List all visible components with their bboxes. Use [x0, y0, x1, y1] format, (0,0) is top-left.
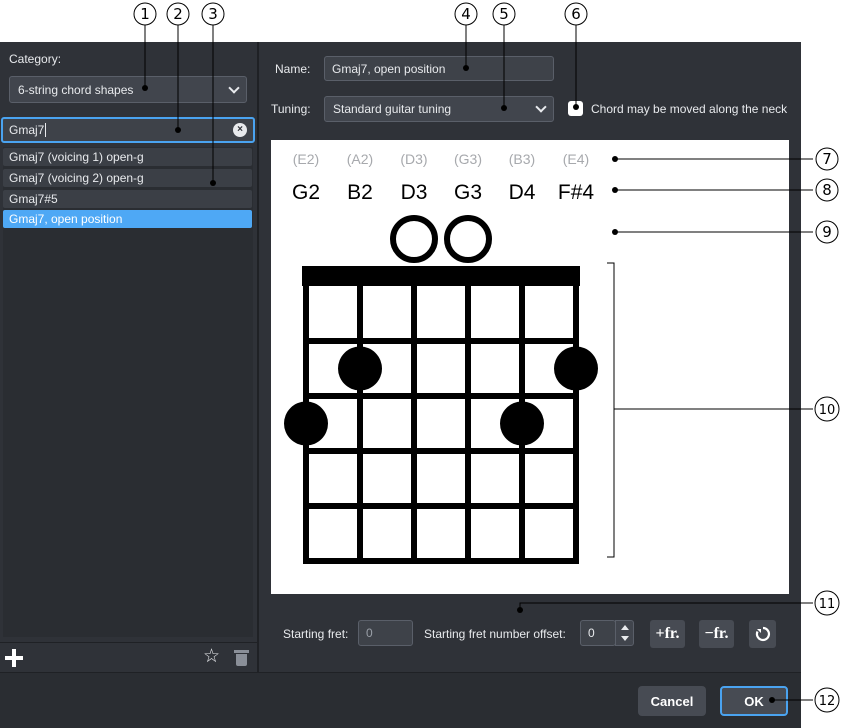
callout-1: [133, 2, 157, 26]
list-item[interactable]: Gmaj7#5: [3, 190, 252, 208]
callout-3: [201, 2, 225, 26]
callout-10: [814, 396, 840, 422]
callout-7: [815, 147, 839, 171]
category-dropdown[interactable]: 6-string chord shapes: [9, 76, 247, 103]
category-label: Category:: [9, 52, 62, 66]
offset-stepper[interactable]: [615, 620, 634, 646]
callout-number: 8: [822, 181, 832, 199]
callout-4: [454, 2, 478, 26]
callout-12: [814, 687, 840, 713]
list-item-selected[interactable]: Gmaj7, open position: [3, 210, 252, 228]
chord-diagram-canvas[interactable]: (E2) (A2) (D3) (G3) (B3) (E4) G2 B2 D3 G3 D4 F#4: [271, 140, 789, 594]
name-label: Name:: [275, 62, 311, 76]
callout-number: 10: [819, 403, 836, 418]
offset-label: Starting fret number offset:: [424, 627, 566, 641]
callout-number: 2: [173, 5, 183, 23]
stepper-down-icon[interactable]: [621, 636, 629, 641]
callout-number: 4: [461, 5, 471, 23]
remove-fret-button[interactable]: −fr.: [699, 620, 734, 648]
add-fret-button[interactable]: +fr.: [650, 620, 685, 648]
trash-icon[interactable]: [234, 650, 249, 666]
callout-8: [815, 178, 839, 202]
reset-button[interactable]: [749, 620, 776, 648]
category-value: 6-string chord shapes: [18, 82, 134, 97]
open-string-marker: [444, 215, 492, 263]
callout-number: 9: [822, 223, 832, 241]
clear-search-icon[interactable]: ×: [233, 123, 247, 137]
string-note-label: D4: [509, 181, 536, 204]
string-note-label: G3: [454, 181, 482, 204]
add-chord-icon[interactable]: [5, 649, 23, 667]
callout-11: [814, 590, 840, 616]
offset-field[interactable]: 0: [580, 620, 616, 646]
string-note-label: G2: [292, 181, 320, 204]
star-icon[interactable]: ☆: [203, 647, 220, 667]
string-note-label: B2: [347, 181, 373, 204]
standard-tuning-label: (G3): [454, 151, 482, 167]
string-note-label: D3: [401, 181, 428, 204]
finger-dot: [554, 346, 598, 391]
callout-5: [492, 2, 516, 26]
chord-name-field[interactable]: Gmaj7, open position: [324, 56, 554, 81]
chord-results-list: Gmaj7 (voicing 1) open-g Gmaj7 (voicing …: [3, 147, 253, 637]
list-item[interactable]: Gmaj7 (voicing 2) open-g: [3, 169, 252, 187]
finger-dot: [500, 401, 544, 446]
callout-6: [564, 2, 588, 26]
chord-search-input[interactable]: Gmaj7 ×: [1, 117, 255, 143]
starting-fret-field[interactable]: 0: [358, 620, 413, 646]
callout-number: 5: [499, 5, 509, 23]
finger-dot: [284, 401, 328, 446]
movable-checkbox[interactable]: [568, 101, 583, 116]
chevron-down-icon: [535, 101, 547, 113]
panel-divider: [257, 42, 259, 672]
callout-number: 6: [571, 5, 581, 23]
nut: [302, 266, 580, 286]
callout-number: 12: [819, 694, 836, 709]
chord-diagram: (E2) (A2) (D3) (G3) (B3) (E4) G2 B2 D3 G3 D4 F#4: [284, 151, 598, 564]
movable-label: Chord may be moved along the neck: [591, 102, 788, 116]
search-value: Gmaj7: [9, 123, 45, 137]
text-caret: [45, 123, 47, 137]
string-note-label: F#4: [558, 181, 595, 204]
standard-tuning-label: (A2): [347, 151, 373, 167]
open-string-marker: [390, 215, 438, 263]
callout-9: [815, 220, 839, 244]
callout-2: [166, 2, 190, 26]
tuning-dropdown[interactable]: Standard guitar tuning: [324, 96, 554, 122]
reset-icon: [755, 626, 770, 642]
starting-fret-label: Starting fret:: [283, 627, 349, 641]
list-item[interactable]: Gmaj7 (voicing 1) open-g: [3, 148, 252, 166]
callout-number: 11: [819, 597, 836, 612]
finger-dot: [338, 346, 382, 391]
tuning-label: Tuning:: [271, 102, 311, 116]
chevron-down-icon: [228, 81, 240, 94]
cancel-button[interactable]: Cancel: [638, 686, 706, 716]
callout-number: 7: [822, 150, 832, 168]
standard-tuning-label: (E4): [563, 151, 589, 167]
standard-tuning-label: (E2): [293, 151, 319, 167]
standard-tuning-label: (D3): [400, 151, 427, 167]
ok-button[interactable]: OK: [720, 686, 788, 716]
callout-number: 3: [208, 5, 218, 23]
standard-tuning-label: (B3): [509, 151, 535, 167]
stepper-up-icon[interactable]: [621, 625, 629, 630]
callout-number: 1: [140, 5, 150, 23]
